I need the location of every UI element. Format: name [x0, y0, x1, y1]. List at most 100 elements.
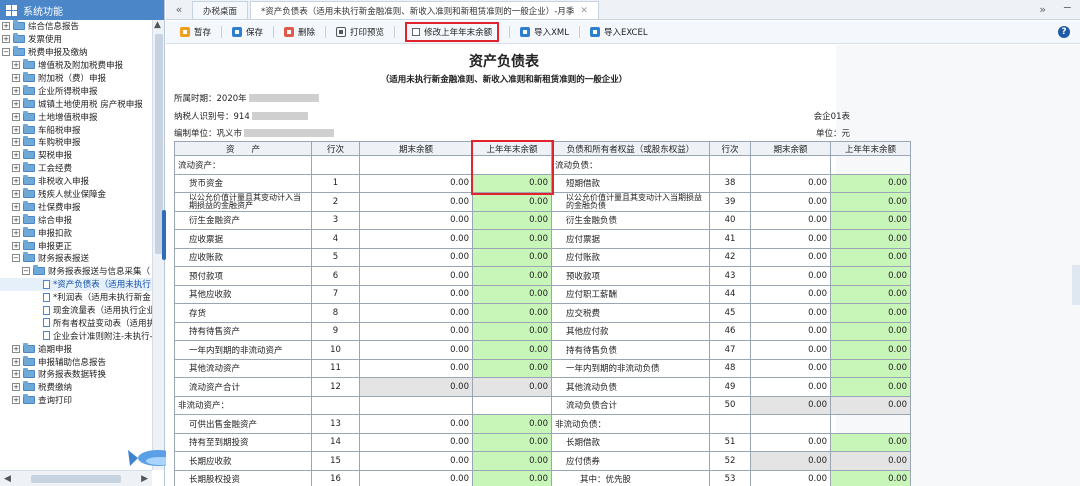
expand-icon[interactable]: +: [2, 35, 10, 44]
liability-period-end-cell[interactable]: 0.00: [750, 266, 831, 286]
scroll-right-icon[interactable]: ▶: [141, 474, 148, 484]
expand-icon[interactable]: +: [12, 241, 20, 250]
liability-prev-year-input[interactable]: 0.00: [830, 303, 911, 323]
liability-period-end-cell[interactable]: 0.00: [750, 229, 831, 249]
asset-period-end-cell[interactable]: 0.00: [359, 266, 473, 286]
tab-scroll-left-icon[interactable]: «: [166, 0, 192, 19]
close-icon[interactable]: ✕: [580, 6, 588, 16]
scroll-up-icon[interactable]: ▲: [154, 20, 161, 30]
expand-icon[interactable]: +: [12, 190, 20, 199]
sidebar-item[interactable]: + 残疾人就业保障金: [0, 188, 152, 201]
liability-prev-year-input[interactable]: 0.00: [830, 321, 911, 341]
liability-prev-year-input[interactable]: 0.00: [830, 229, 911, 249]
liability-prev-year-input[interactable]: 0.00: [830, 340, 911, 360]
asset-prev-year-input[interactable]: 0.00: [472, 340, 552, 360]
sidebar-item[interactable]: − 税费申报及缴纳: [0, 46, 152, 59]
tab-balance-sheet[interactable]: *资产负债表（适用未执行新金融准则、新收入准则和新租赁准则的一般企业）-月季 ✕: [250, 1, 599, 19]
asset-prev-year-input[interactable]: 0.00: [472, 469, 552, 486]
liability-period-end-cell[interactable]: 0.00: [750, 432, 831, 452]
liability-prev-year-input[interactable]: 0.00: [830, 192, 911, 212]
sidebar-item[interactable]: *资产负债表（适用未执行: [0, 277, 152, 291]
expand-icon[interactable]: +: [12, 61, 20, 70]
liability-prev-year-input[interactable]: 0.00: [830, 247, 911, 267]
asset-period-end-cell[interactable]: 0.00: [359, 247, 473, 267]
asset-prev-year-input[interactable]: 0.00: [472, 321, 552, 341]
asset-period-end-cell[interactable]: 0.00: [359, 192, 473, 212]
asset-prev-year-input[interactable]: 0.00: [472, 358, 552, 378]
liability-prev-year-input[interactable]: 0.00: [830, 210, 911, 230]
sidebar-horizontal-scrollbar[interactable]: ◀ ▶: [0, 470, 152, 486]
sidebar-item[interactable]: + 社保费申报: [0, 200, 152, 213]
expand-icon[interactable]: +: [12, 99, 20, 108]
asset-period-end-cell[interactable]: 0.00: [359, 340, 473, 360]
liability-period-end-cell[interactable]: 0.00: [750, 358, 831, 378]
asset-period-end-cell[interactable]: 0.00: [359, 229, 473, 249]
expand-icon[interactable]: +: [12, 396, 20, 405]
sidebar-item[interactable]: + 申报辅助信息报告: [0, 355, 152, 368]
tab-scroll-right-icon[interactable]: »: [1039, 3, 1046, 16]
sidebar-item[interactable]: + 申报更正: [0, 239, 152, 252]
expand-icon[interactable]: +: [12, 74, 20, 82]
expand-icon[interactable]: +: [12, 125, 20, 134]
asset-period-end-cell[interactable]: 0.00: [359, 173, 473, 193]
collapse-icon[interactable]: −: [12, 254, 20, 263]
save-button[interactable]: 保存: [232, 26, 263, 38]
asset-prev-year-input[interactable]: 0.00: [472, 432, 552, 452]
asset-prev-year-input[interactable]: 0.00: [472, 173, 552, 193]
expand-icon[interactable]: +: [12, 177, 20, 186]
liability-prev-year-input[interactable]: 0.00: [830, 284, 911, 304]
sidebar-item[interactable]: + 附加税（费）申报: [0, 72, 152, 85]
sidebar-item[interactable]: + 土地增值税申报: [0, 110, 152, 123]
import-xml-button[interactable]: 导入XML: [520, 26, 569, 38]
scroll-left-icon[interactable]: ◀: [4, 474, 11, 484]
sidebar-item[interactable]: + 非税收入申报: [0, 175, 152, 188]
expand-icon[interactable]: +: [12, 357, 20, 366]
asset-period-end-cell[interactable]: 0.00: [359, 303, 473, 323]
print-preview-button[interactable]: 打印预览: [336, 26, 384, 38]
liability-prev-year-input[interactable]: 0.00: [830, 266, 911, 286]
sidebar-item[interactable]: + 发票使用: [0, 33, 152, 46]
expand-icon[interactable]: +: [12, 370, 20, 379]
sidebar-item[interactable]: + 查询打印: [0, 394, 152, 407]
save-draft-button[interactable]: 暂存: [180, 26, 211, 38]
horizontal-scroll-thumb[interactable]: [31, 474, 121, 483]
sidebar-item[interactable]: + 车购税申报: [0, 136, 152, 149]
sidebar-item[interactable]: + 综合申报: [0, 213, 152, 226]
sidebar-item[interactable]: + 增值税及附加税费申报: [0, 59, 152, 72]
modify-prev-year-toggle[interactable]: 修改上年年末余额: [405, 22, 500, 42]
expand-icon[interactable]: +: [12, 344, 20, 353]
expand-icon[interactable]: +: [12, 383, 20, 392]
liability-prev-year-input[interactable]: 0.00: [830, 358, 911, 378]
liability-period-end-cell[interactable]: 0.00: [750, 247, 831, 267]
sidebar-item[interactable]: *利润表（适用未执行新金: [0, 291, 152, 304]
sidebar-item[interactable]: + 申报扣款: [0, 226, 152, 239]
asset-prev-year-input[interactable]: 0.00: [472, 414, 552, 434]
asset-period-end-cell[interactable]: 0.00: [359, 321, 473, 341]
sidebar-item[interactable]: + 工会经费: [0, 162, 152, 175]
sidebar-item[interactable]: − 财务报表报送与信息采集（: [0, 265, 152, 278]
liability-prev-year-input[interactable]: 0.00: [830, 432, 911, 452]
tab-desktop[interactable]: 办税桌面: [192, 1, 249, 19]
sidebar-item[interactable]: − 财务报表报送: [0, 252, 152, 265]
asset-prev-year-input[interactable]: 0.00: [472, 192, 552, 212]
liability-period-end-cell[interactable]: 0.00: [750, 210, 831, 230]
expand-icon[interactable]: +: [12, 202, 20, 211]
sidebar-item[interactable]: 企业会计准则附注-未执行-: [0, 329, 152, 342]
sidebar-item[interactable]: + 契税申报: [0, 149, 152, 162]
expand-icon[interactable]: +: [12, 228, 20, 237]
asset-prev-year-input[interactable]: 0.00: [472, 303, 552, 323]
liability-period-end-cell[interactable]: 0.00: [750, 173, 831, 193]
asset-period-end-cell[interactable]: 0.00: [359, 432, 473, 452]
sidebar-item[interactable]: + 车船税申报: [0, 123, 152, 136]
sidebar-item[interactable]: 现金流量表（适用执行企业: [0, 304, 152, 317]
asset-period-end-cell[interactable]: 0.00: [359, 469, 473, 486]
expand-icon[interactable]: +: [2, 22, 10, 31]
asset-period-end-cell[interactable]: 0.00: [359, 284, 473, 304]
asset-prev-year-input[interactable]: 0.00: [472, 266, 552, 286]
modify-prev-year-checkbox[interactable]: [412, 28, 421, 36]
asset-period-end-cell[interactable]: 0.00: [359, 414, 473, 434]
asset-prev-year-input[interactable]: 0.00: [472, 210, 552, 230]
sidebar-item[interactable]: + 综合信息报告: [0, 20, 152, 33]
sidebar-item[interactable]: + 企业所得税申报: [0, 84, 152, 97]
liability-prev-year-input[interactable]: 0.00: [830, 377, 911, 397]
